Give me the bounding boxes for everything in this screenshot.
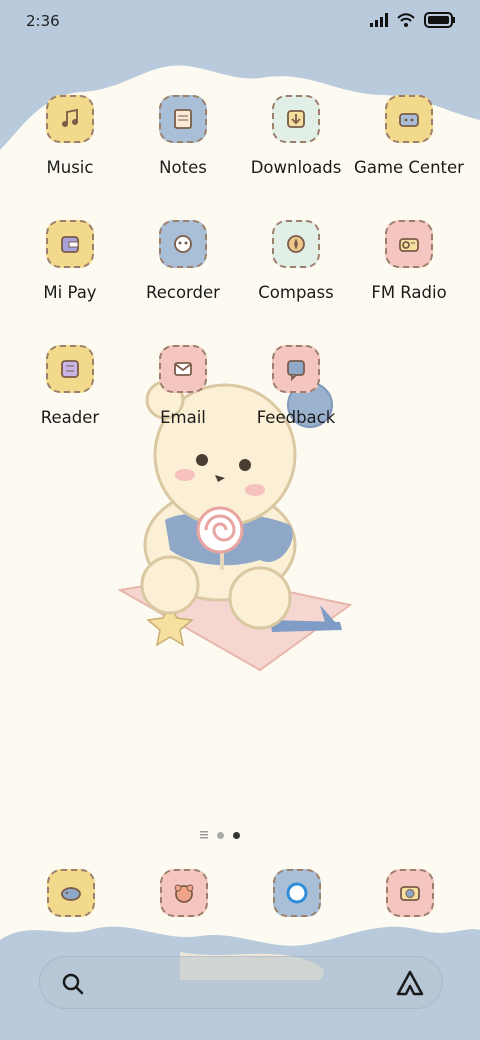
status-bar: 2:36 xyxy=(0,0,480,40)
app-notes[interactable]: Notes xyxy=(127,95,239,215)
app-fm-radio[interactable]: FM Radio xyxy=(353,220,465,340)
app-music[interactable]: Music xyxy=(14,95,126,215)
app-label: Downloads xyxy=(250,158,342,177)
download-icon xyxy=(272,95,320,143)
status-icons xyxy=(370,12,456,28)
browser-circle-icon xyxy=(273,869,321,917)
app-label: Email xyxy=(160,408,206,427)
battery-icon xyxy=(424,12,455,28)
feedback-icon xyxy=(272,345,320,393)
page-dot-2[interactable] xyxy=(233,831,240,839)
compass-icon xyxy=(272,220,320,268)
music-note-icon xyxy=(46,95,94,143)
app-label: FM Radio xyxy=(371,283,447,302)
search-bar[interactable] xyxy=(39,956,443,1009)
app-label: Feedback xyxy=(256,408,336,427)
app-label: Compass xyxy=(258,283,334,302)
app-label: Notes xyxy=(159,158,207,177)
app-feedback[interactable]: Feedback xyxy=(240,345,352,465)
wifi-icon xyxy=(397,13,415,27)
app-label: Recorder xyxy=(146,283,220,302)
app-label: Mi Pay xyxy=(43,283,97,302)
status-time: 2:36 xyxy=(26,12,60,30)
app-compass[interactable]: Compass xyxy=(240,220,352,340)
app-email[interactable]: Email xyxy=(127,345,239,465)
dock-app-3[interactable] xyxy=(273,869,321,917)
whale-icon xyxy=(47,869,95,917)
app-reader[interactable]: Reader xyxy=(14,345,126,465)
microphone-icon xyxy=(159,220,207,268)
book-icon xyxy=(46,345,94,393)
page-dot-1[interactable] xyxy=(217,831,224,839)
dock-app-2[interactable] xyxy=(160,869,208,917)
game-controller-icon xyxy=(385,95,433,143)
app-label: Music xyxy=(46,158,94,177)
page-list-icon xyxy=(200,831,208,839)
bear-face-icon xyxy=(160,869,208,917)
app-recorder[interactable]: Recorder xyxy=(127,220,239,340)
app-game-center[interactable]: Game Center xyxy=(353,95,465,215)
dock-app-4[interactable] xyxy=(386,869,434,917)
notes-icon xyxy=(159,95,207,143)
radio-icon xyxy=(385,220,433,268)
page-indicator xyxy=(200,831,240,839)
camera-icon xyxy=(386,869,434,917)
assistant-icon[interactable] xyxy=(396,970,424,996)
app-downloads[interactable]: Downloads xyxy=(240,95,352,215)
app-label: Game Center xyxy=(354,158,464,177)
app-label: Reader xyxy=(40,408,100,427)
search-icon[interactable] xyxy=(60,971,86,997)
wallet-icon xyxy=(46,220,94,268)
dock-app-1[interactable] xyxy=(47,869,95,917)
mail-icon xyxy=(159,345,207,393)
app-mi-pay[interactable]: Mi Pay xyxy=(14,220,126,340)
signal-icon xyxy=(370,13,388,27)
